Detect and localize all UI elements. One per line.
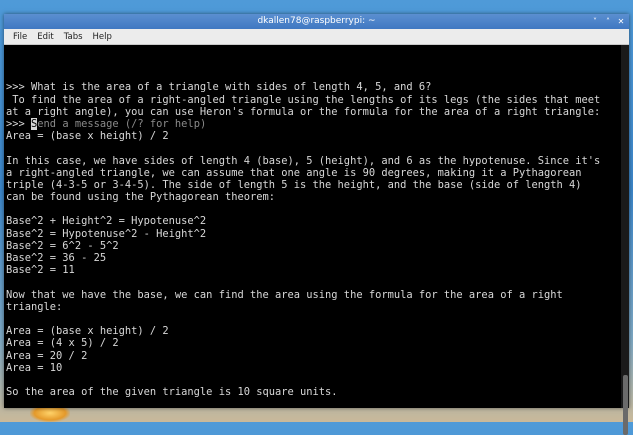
terminal-line: Base^2 = Hypotenuse^2 - Height^2: [6, 227, 207, 240]
terminal-line: Area = 10: [6, 361, 63, 374]
terminal-line: can be found using the Pythagorean theor…: [6, 191, 275, 204]
scrollbar[interactable]: [621, 45, 629, 435]
terminal-lines: >>> What is the area of a triangle with …: [6, 81, 619, 398]
close-icon[interactable]: ✕: [617, 14, 625, 29]
prompt: >>>: [6, 118, 32, 130]
menu-edit[interactable]: Edit: [32, 32, 58, 42]
terminal-line: To find the area of a right-angled trian…: [6, 93, 601, 106]
terminal-line: In this case, we have sides of length 4 …: [6, 154, 601, 167]
terminal-line: at a right angle), you can use Heron's f…: [6, 105, 601, 118]
minimize-icon[interactable]: ˅: [591, 14, 599, 29]
terminal-line: triple (4-3-5 or 3-4-5). The side of len…: [6, 178, 582, 191]
terminal-line: Base^2 = 6^2 - 5^2: [6, 239, 119, 252]
terminal-line: Area = (base x height) / 2: [6, 130, 169, 143]
title-bar[interactable]: dkallen78@raspberrypi: ~ ˅ ˄ ✕: [4, 14, 629, 29]
terminal-line: a right-angled triangle, we can assume t…: [6, 166, 582, 179]
scrollbar-thumb[interactable]: [623, 375, 628, 435]
terminal-line: Area = 20 / 2: [6, 349, 88, 362]
terminal-line: Base^2 = 36 - 25: [6, 252, 107, 265]
terminal-line: Area = (base x height) / 2: [6, 325, 169, 338]
terminal-line: Area = (4 x 5) / 2: [6, 337, 119, 350]
input-line[interactable]: >>> Send a message (/? for help): [6, 118, 619, 130]
menu-help[interactable]: Help: [88, 32, 117, 42]
menu-file[interactable]: File: [8, 32, 32, 42]
terminal-line: >>> What is the area of a triangle with …: [6, 81, 432, 94]
terminal-line: triangle:: [6, 300, 63, 313]
menu-bar: File Edit Tabs Help: [4, 29, 629, 45]
window-controls: ˅ ˄ ✕: [591, 14, 625, 29]
terminal-line: So the area of the given triangle is 10 …: [6, 386, 338, 399]
maximize-icon[interactable]: ˄: [604, 14, 612, 29]
terminal-line: Now that we have the base, we can find t…: [6, 288, 563, 301]
terminal-output[interactable]: >>> What is the area of a triangle with …: [4, 45, 621, 408]
terminal-line: Base^2 = 11: [6, 264, 75, 277]
terminal-line: Base^2 + Height^2 = Hypotenuse^2: [6, 215, 207, 228]
menu-tabs[interactable]: Tabs: [59, 32, 88, 42]
message-input-placeholder: end a message (/? for help): [37, 118, 207, 130]
terminal-window: dkallen78@raspberrypi: ~ ˅ ˄ ✕ File Edit…: [4, 14, 629, 435]
window-title: dkallen78@raspberrypi: ~: [257, 16, 376, 26]
